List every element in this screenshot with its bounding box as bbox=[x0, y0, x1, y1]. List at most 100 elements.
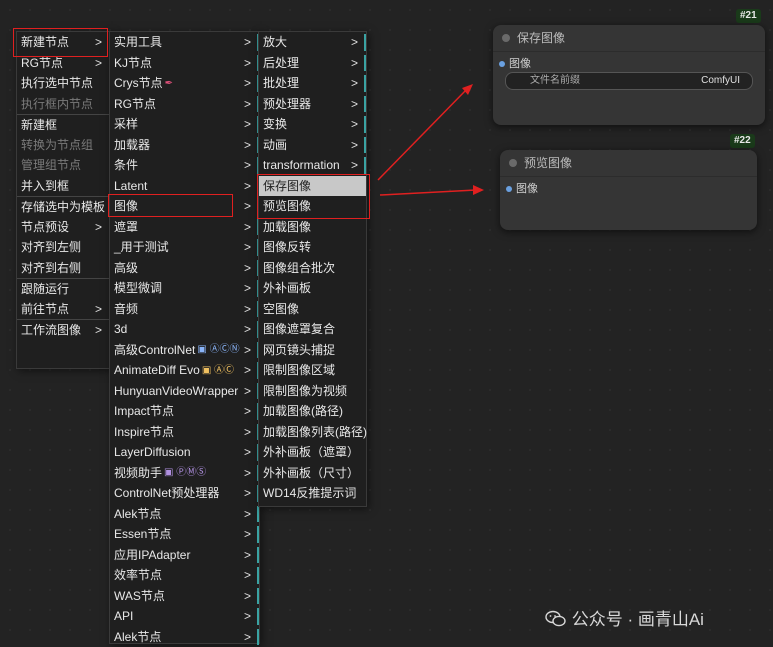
menu-item[interactable]: 遮罩 > bbox=[110, 217, 259, 238]
chevron-right-icon: > bbox=[243, 486, 251, 500]
image-input-port[interactable]: 图像 bbox=[493, 55, 765, 73]
menu-item[interactable]: 外补画板 bbox=[259, 278, 366, 299]
menu-item[interactable]: Alek节点 > bbox=[110, 627, 259, 647]
menu-item[interactable]: 转换为节点组 bbox=[17, 135, 110, 156]
menu-item[interactable]: 采样 > bbox=[110, 114, 259, 135]
menu-item-label: 网页镜头捕捉 bbox=[263, 342, 336, 357]
menu-item[interactable]: 模型微调 > bbox=[110, 278, 259, 299]
node-title-bar[interactable]: 预览图像 bbox=[500, 150, 757, 177]
node-title-bar[interactable]: 保存图像 bbox=[493, 25, 765, 52]
menu-item[interactable]: 视频助手 ▣ ⓅⓂⓈ > bbox=[110, 463, 259, 484]
menu-item[interactable]: 图像组合批次 bbox=[259, 258, 366, 279]
menu-item-label: 放大 bbox=[263, 35, 288, 49]
menu-item[interactable]: 动画 > bbox=[259, 135, 366, 156]
menu-item[interactable]: 新建框 bbox=[17, 114, 110, 135]
menu-item[interactable]: RG节点 > bbox=[17, 53, 110, 74]
menu-item[interactable]: 管理组节点 bbox=[17, 155, 110, 176]
menu-item[interactable]: 变换 > bbox=[259, 114, 366, 135]
menu-item[interactable]: 限制图像为视频 bbox=[259, 381, 366, 402]
menu-item[interactable]: HunyuanVideoWrapper > bbox=[110, 381, 259, 402]
menu-item[interactable]: 工作流图像 > bbox=[17, 319, 110, 340]
menu-item[interactable]: 外补画板（尺寸） bbox=[259, 463, 366, 484]
menu-item-label: Impact节点 bbox=[114, 404, 175, 418]
menu-item[interactable]: ControlNet预处理器 > bbox=[110, 483, 259, 504]
menu-item[interactable]: 效率节点 > bbox=[110, 565, 259, 586]
menu-item-label: 限制图像区域 bbox=[263, 363, 336, 377]
menu-item[interactable]: 实用工具 > bbox=[110, 32, 259, 53]
menu-item[interactable]: AnimateDiff Evo ▣ ⒶⒸ > bbox=[110, 360, 259, 381]
port-dot-icon[interactable] bbox=[499, 61, 505, 67]
save-image-node[interactable]: 保存图像 图像 文件名前缀 ComfyUI bbox=[493, 25, 765, 125]
image-input-port[interactable]: 图像 bbox=[500, 180, 757, 198]
menu-item[interactable]: 节点预设 > bbox=[17, 217, 110, 238]
menu-item[interactable]: WAS节点 > bbox=[110, 586, 259, 607]
port-dot-icon[interactable] bbox=[506, 186, 512, 192]
menu-item[interactable]: 空图像 bbox=[259, 299, 366, 320]
menu-item[interactable]: 外补画板（遮罩） bbox=[259, 442, 366, 463]
menu-item[interactable]: RG节点 > bbox=[110, 94, 259, 115]
chevron-right-icon: > bbox=[243, 588, 251, 603]
menu-item[interactable]: 新建节点 > bbox=[17, 32, 110, 53]
menu-item-label: WD14反推提示词 bbox=[263, 486, 357, 500]
chevron-right-icon: > bbox=[350, 117, 358, 131]
menu-item[interactable]: 跟随运行 bbox=[17, 278, 110, 299]
menu-item[interactable]: 加载器 > bbox=[110, 135, 259, 156]
menu-item[interactable]: Latent > bbox=[110, 176, 259, 197]
menu-item-label: Essen节点 bbox=[114, 527, 172, 541]
menu-item[interactable]: 存储选中为模板 bbox=[17, 196, 110, 217]
menu-item[interactable]: 并入到框 bbox=[17, 176, 110, 197]
filename-prefix-widget[interactable]: 文件名前缀 ComfyUI bbox=[505, 72, 753, 90]
chevron-right-icon: > bbox=[350, 158, 358, 172]
menu-item[interactable]: WD14反推提示词 bbox=[259, 483, 366, 504]
menu-item[interactable]: 批处理 > bbox=[259, 73, 366, 94]
menu-item-label: 批处理 bbox=[263, 76, 300, 90]
badge-icons: ▣ ⓅⓂⓈ bbox=[164, 467, 207, 479]
menu-item[interactable]: 预览图像 bbox=[259, 196, 366, 217]
menu-item[interactable]: 对齐到左侧 bbox=[17, 237, 110, 258]
menu-item[interactable]: 高级 > bbox=[110, 258, 259, 279]
menu-item-label: 外补画板（遮罩） bbox=[263, 445, 360, 459]
menu-item-label: Latent bbox=[114, 178, 148, 193]
menu-item[interactable]: Crys节点 ✒ > bbox=[110, 73, 259, 94]
menu-item[interactable]: 图像 > bbox=[110, 196, 259, 217]
menu-item[interactable]: 执行框内节点 bbox=[17, 94, 110, 115]
menu-item[interactable]: transformation > bbox=[259, 155, 366, 176]
menu-item[interactable]: Alek节点 > bbox=[110, 504, 259, 525]
menu-item-label: Inspire节点 bbox=[114, 424, 175, 439]
menu-item[interactable]: 图像反转 bbox=[259, 237, 366, 258]
menu-item[interactable]: Impact节点 > bbox=[110, 401, 259, 422]
menu-item[interactable]: 加载图像(路径) bbox=[259, 401, 366, 422]
menu-item[interactable]: 3d > bbox=[110, 319, 259, 340]
menu-item[interactable]: 预处理器 > bbox=[259, 94, 366, 115]
menu-item[interactable]: Inspire节点 > bbox=[110, 422, 259, 443]
menu-item[interactable]: 网页镜头捕捉 bbox=[259, 340, 366, 361]
menu-item[interactable]: 音频 > bbox=[110, 299, 259, 320]
collapse-dot-icon[interactable] bbox=[509, 159, 517, 167]
menu-item-label: 加载图像 bbox=[263, 219, 312, 234]
menu-item[interactable]: 对齐到右侧 bbox=[17, 258, 110, 279]
menu-item[interactable]: 保存图像 bbox=[259, 175, 366, 196]
chevron-right-icon: > bbox=[243, 342, 251, 357]
collapse-dot-icon[interactable] bbox=[502, 34, 510, 42]
menu-item[interactable]: Essen节点 > bbox=[110, 524, 259, 545]
menu-item[interactable]: 应用IPAdapter > bbox=[110, 545, 259, 566]
watermark: 公众号 · 画青山Ai bbox=[545, 605, 704, 630]
menu-item[interactable]: 加载图像 bbox=[259, 217, 366, 238]
menu-item[interactable]: API > bbox=[110, 606, 259, 627]
menu-item[interactable]: 前往节点 > bbox=[17, 299, 110, 320]
badge-icons: ▣ ⒶⒸ bbox=[201, 364, 235, 376]
preview-image-node[interactable]: 预览图像 图像 bbox=[500, 150, 757, 230]
menu-item[interactable]: 限制图像区域 bbox=[259, 360, 366, 381]
menu-item[interactable]: KJ节点 > bbox=[110, 53, 259, 74]
menu-item[interactable]: 放大 > bbox=[259, 32, 366, 53]
menu-item[interactable]: _用于测试 > bbox=[110, 237, 259, 258]
menu-item[interactable]: 高级ControlNet ▣ ⒶⒸⓃ > bbox=[110, 340, 259, 361]
menu-item[interactable]: 后处理 > bbox=[259, 53, 366, 74]
menu-item[interactable]: 加载图像列表(路径) bbox=[259, 422, 367, 443]
menu-item[interactable]: LayerDiffusion > bbox=[110, 442, 259, 463]
menu-item[interactable]: 执行选中节点 bbox=[17, 73, 110, 94]
menu-item-label: 采样 bbox=[114, 117, 139, 131]
menu-item-label: 模型微调 bbox=[114, 281, 163, 295]
menu-item[interactable]: 图像遮罩复合 bbox=[259, 319, 366, 340]
menu-item[interactable]: 条件 > bbox=[110, 155, 259, 176]
